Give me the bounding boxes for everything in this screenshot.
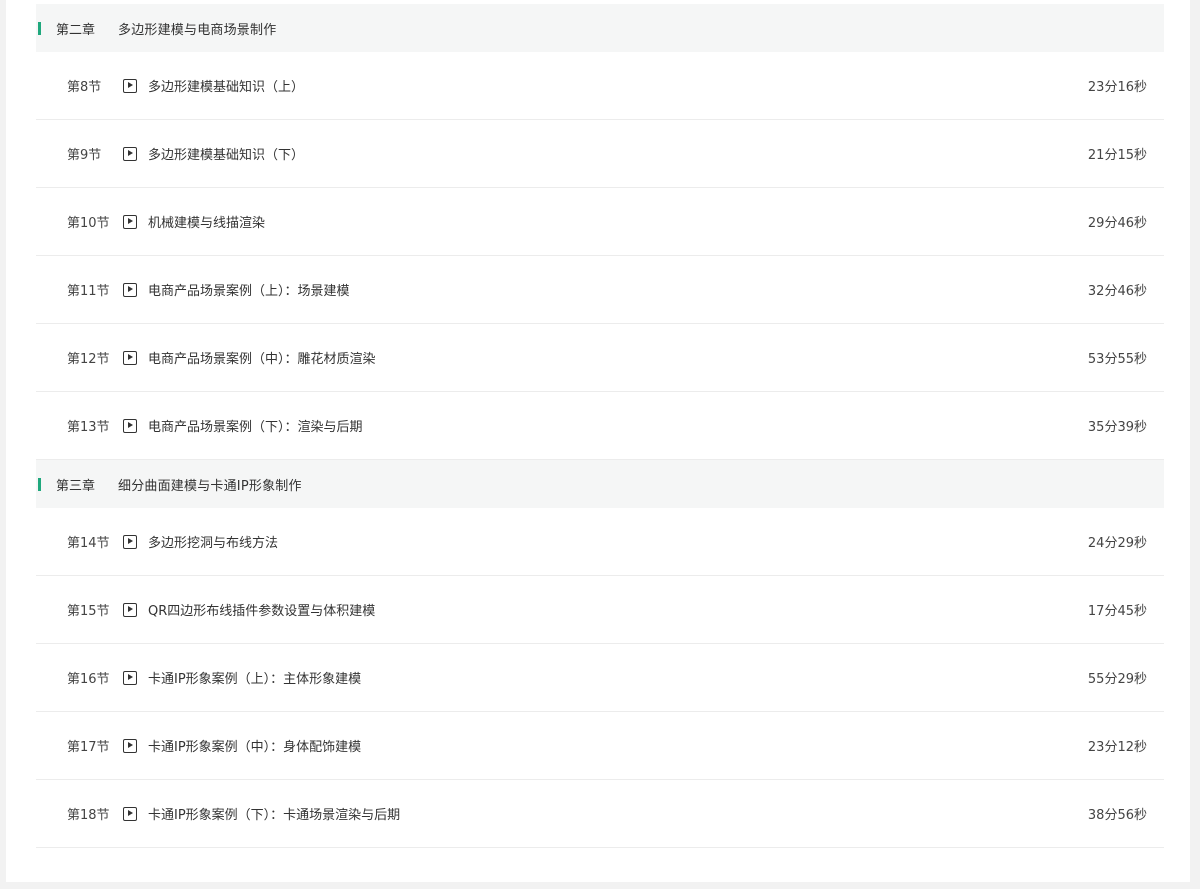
play-video-icon bbox=[123, 78, 137, 93]
lesson-duration: 23分16秒 bbox=[1087, 80, 1147, 95]
chapter-title: 多边形建模与电商场景制作 bbox=[118, 22, 277, 38]
lesson-row[interactable]: 第15节 QR四边形布线插件参数设置与体积建模 17分45秒 bbox=[36, 576, 1164, 644]
lesson-number: 第8节 bbox=[67, 80, 102, 95]
lesson-title[interactable]: QR四边形布线插件参数设置与体积建模 bbox=[148, 600, 1088, 619]
chapter-header[interactable]: 第二章 多边形建模与电商场景制作 bbox=[36, 4, 1164, 52]
lesson-number: 第13节 bbox=[67, 420, 110, 435]
lesson-duration: 38分56秒 bbox=[1087, 808, 1147, 823]
chapter-accent-bar bbox=[38, 478, 41, 491]
lesson-row[interactable]: 第11节 电商产品场景案例（上）：场景建模 32分46秒 bbox=[36, 256, 1164, 324]
lesson-number: 第15节 bbox=[67, 604, 110, 619]
lesson-number: 第12节 bbox=[67, 352, 110, 367]
lesson-title[interactable]: 卡通IP形象案例（中）：身体配饰建模 bbox=[148, 736, 1088, 755]
lesson-duration: 53分55秒 bbox=[1087, 352, 1147, 367]
lesson-row[interactable]: 第18节 卡通IP形象案例（下）：卡通场景渲染与后期 38分56秒 bbox=[36, 780, 1164, 848]
play-video-icon bbox=[123, 418, 137, 433]
chapter-number: 第二章 bbox=[56, 22, 96, 38]
chapter-accent-bar bbox=[38, 22, 41, 35]
lesson-duration: 32分46秒 bbox=[1087, 284, 1147, 299]
lesson-row[interactable]: 第12节 电商产品场景案例（中）：雕花材质渲染 53分55秒 bbox=[36, 324, 1164, 392]
play-video-icon bbox=[123, 602, 137, 617]
lesson-number: 第18节 bbox=[67, 808, 110, 823]
lesson-number: 第10节 bbox=[67, 216, 110, 231]
play-video-icon bbox=[123, 738, 137, 753]
lesson-row[interactable]: 第8节 多边形建模基础知识（上） 23分16秒 bbox=[36, 52, 1164, 120]
lesson-number: 第11节 bbox=[67, 284, 110, 299]
play-video-icon bbox=[123, 350, 137, 365]
lesson-duration: 29分46秒 bbox=[1087, 216, 1147, 231]
chapter-header[interactable]: 第三章 细分曲面建模与卡通IP形象制作 bbox=[36, 460, 1164, 508]
lesson-title[interactable]: 卡通IP形象案例（上）：主体形象建模 bbox=[148, 668, 1088, 687]
lesson-title[interactable]: 电商产品场景案例（上）：场景建模 bbox=[148, 280, 1088, 299]
chapter-title: 细分曲面建模与卡通IP形象制作 bbox=[118, 478, 302, 494]
course-outline-panel: 第二章 多边形建模与电商场景制作 第8节 多边形建模基础知识（上） 23分16秒… bbox=[6, 0, 1190, 882]
lesson-title[interactable]: 多边形挖洞与布线方法 bbox=[148, 532, 1088, 551]
lesson-row[interactable]: 第17节 卡通IP形象案例（中）：身体配饰建模 23分12秒 bbox=[36, 712, 1164, 780]
play-video-icon bbox=[123, 534, 137, 549]
play-video-icon bbox=[123, 146, 137, 161]
lesson-title[interactable]: 卡通IP形象案例（下）：卡通场景渲染与后期 bbox=[148, 804, 1088, 823]
lesson-duration: 17分45秒 bbox=[1087, 604, 1147, 619]
lesson-row[interactable]: 第10节 机械建模与线描渲染 29分46秒 bbox=[36, 188, 1164, 256]
lesson-duration: 55分29秒 bbox=[1087, 672, 1147, 687]
lesson-title[interactable]: 电商产品场景案例（下）：渲染与后期 bbox=[148, 416, 1088, 435]
lesson-row[interactable]: 第16节 卡通IP形象案例（上）：主体形象建模 55分29秒 bbox=[36, 644, 1164, 712]
lesson-row[interactable]: 第14节 多边形挖洞与布线方法 24分29秒 bbox=[36, 508, 1164, 576]
lesson-row[interactable]: 第13节 电商产品场景案例（下）：渲染与后期 35分39秒 bbox=[36, 392, 1164, 460]
lesson-duration: 35分39秒 bbox=[1087, 420, 1147, 435]
lesson-duration: 21分15秒 bbox=[1087, 148, 1147, 163]
lesson-title[interactable]: 电商产品场景案例（中）：雕花材质渲染 bbox=[148, 348, 1088, 367]
lesson-number: 第9节 bbox=[67, 148, 102, 163]
course-outline: 第二章 多边形建模与电商场景制作 第8节 多边形建模基础知识（上） 23分16秒… bbox=[36, 4, 1164, 848]
play-video-icon bbox=[123, 214, 137, 229]
lesson-duration: 23分12秒 bbox=[1087, 740, 1147, 755]
lesson-number: 第16节 bbox=[67, 672, 110, 687]
lesson-row[interactable]: 第9节 多边形建模基础知识（下） 21分15秒 bbox=[36, 120, 1164, 188]
play-video-icon bbox=[123, 282, 137, 297]
lesson-title[interactable]: 机械建模与线描渲染 bbox=[148, 212, 1088, 231]
lesson-number: 第14节 bbox=[67, 536, 110, 551]
chapter-number: 第三章 bbox=[56, 478, 96, 494]
play-video-icon bbox=[123, 806, 137, 821]
lesson-title[interactable]: 多边形建模基础知识（下） bbox=[148, 144, 1088, 163]
lesson-title[interactable]: 多边形建模基础知识（上） bbox=[148, 76, 1088, 95]
lesson-number: 第17节 bbox=[67, 740, 110, 755]
lesson-duration: 24分29秒 bbox=[1087, 536, 1147, 551]
play-video-icon bbox=[123, 670, 137, 685]
